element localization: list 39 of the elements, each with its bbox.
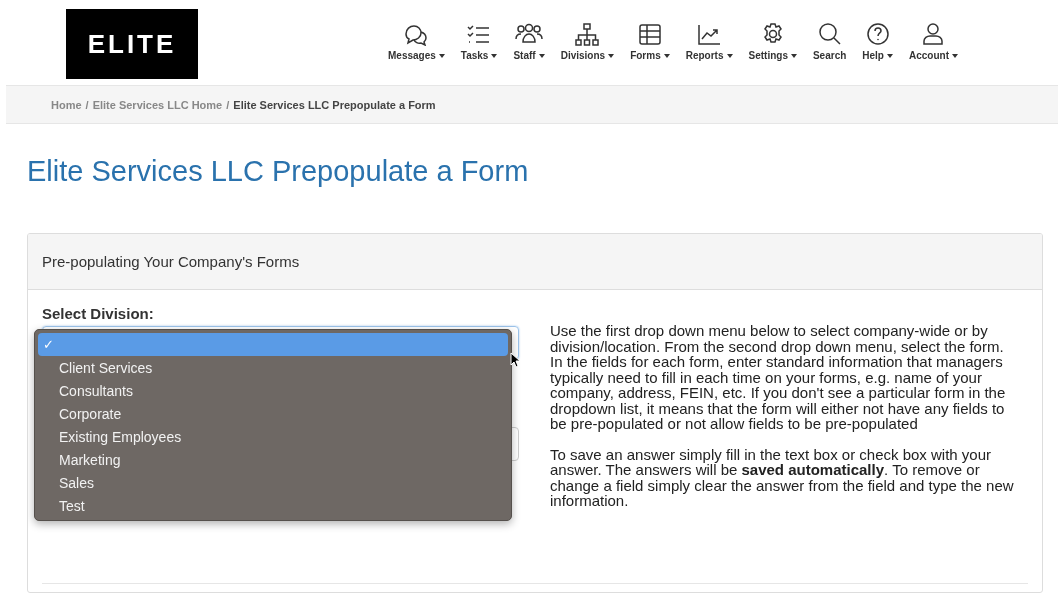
caret-icon bbox=[538, 53, 545, 58]
instruction-text: Use the first drop down menu below to select company-wide or by division/location. From the second drop down menu, select the form. In the fields for each form, enter standard information that managers typically need to fill in each time on your forms, e.g. name of your company, address, FEIN, etc. If you don't see a particular form in the dropdown list, it means that the form will either not have any fields to be pre-populated or not allow fields to be pre-populated bbox=[550, 323, 1007, 432]
people-icon bbox=[515, 22, 544, 46]
org-chart-icon bbox=[573, 22, 602, 46]
nav-menu-item[interactable]: Divisions bbox=[552, 22, 623, 61]
caret-icon bbox=[438, 53, 445, 58]
dropdown-option[interactable]: Sales bbox=[38, 471, 508, 494]
cursor-icon bbox=[510, 352, 520, 368]
nav-menu-item[interactable]: Messages bbox=[380, 22, 453, 61]
caret-icon bbox=[790, 53, 797, 58]
caret-icon bbox=[663, 53, 670, 58]
breadcrumb-separator: / bbox=[85, 98, 89, 111]
dropdown-option[interactable]: Existing Employees bbox=[38, 425, 508, 448]
nav-menu-item[interactable]: Settings bbox=[740, 22, 805, 61]
dropdown-option[interactable]: Consultants bbox=[38, 379, 508, 402]
page-title: Elite Services LLC Prepopulate a Form bbox=[27, 154, 530, 188]
caret-icon bbox=[887, 53, 893, 58]
nav-menu-item[interactable]: Search bbox=[804, 22, 855, 61]
dropdown-option[interactable]: Marketing bbox=[38, 448, 508, 471]
check-mark: ✓ bbox=[42, 337, 55, 352]
caret-icon bbox=[726, 53, 733, 58]
dropdown-option[interactable]: Corporate bbox=[38, 402, 508, 425]
panel-heading: Pre-populating Your Company's Forms bbox=[42, 253, 300, 270]
caret-icon bbox=[952, 53, 958, 58]
nav-menu-item[interactable]: Staff bbox=[505, 22, 553, 61]
instruction-text: To save an answer simply fill in the text box or check box with your answer. The answers will be saved automatically. To remove or change a field simply clear the answer from the field and type the new information. bbox=[550, 446, 1015, 509]
nav-menu-item[interactable]: Forms bbox=[622, 22, 678, 61]
nav-menu-item[interactable]: Account bbox=[901, 22, 966, 61]
dropdown-option[interactable]: Test bbox=[38, 494, 508, 517]
caret-icon bbox=[608, 53, 615, 58]
nav-menu-item[interactable]: Reports bbox=[677, 22, 741, 61]
field-label: Select Division: bbox=[42, 305, 155, 322]
dropdown-option[interactable]: Client Services bbox=[38, 356, 508, 379]
breadcrumb-separator: / bbox=[226, 98, 230, 111]
caret-icon bbox=[491, 53, 498, 58]
nav-menu-item[interactable]: Tasks bbox=[452, 22, 506, 61]
breadcrumb-current: Elite Services LLC Prepopulate a Form bbox=[233, 98, 436, 111]
logo[interactable]: ELITE bbox=[66, 9, 198, 79]
nav-menu-item[interactable]: Help bbox=[854, 22, 901, 61]
